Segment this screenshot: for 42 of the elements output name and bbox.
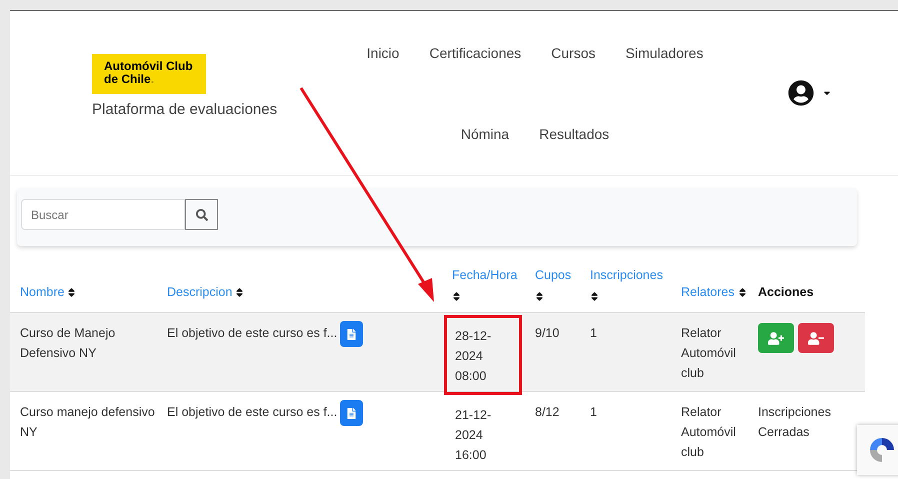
search-button[interactable] xyxy=(185,199,218,230)
user-icon xyxy=(788,80,814,106)
table-cell: Relator Automóvil club xyxy=(681,405,736,459)
user-menu-button[interactable] xyxy=(788,80,832,106)
table-cell: 28-12-2024 08:00 xyxy=(455,329,492,383)
table-cell: Inscripciones Cerradas xyxy=(758,405,831,439)
search-icon xyxy=(196,208,208,220)
table-cell: Curso de Manejo Defensivo NY xyxy=(20,326,116,360)
table-cell: Curso manejo defensivo NY xyxy=(20,405,155,439)
nav-link[interactable]: Resultados xyxy=(539,124,610,145)
sort-icon xyxy=(452,291,461,302)
unenroll-button[interactable] xyxy=(798,323,834,353)
nav-link[interactable]: Nómina xyxy=(460,124,510,145)
document-button[interactable] xyxy=(340,400,364,426)
sort-icon xyxy=(235,287,244,298)
enroll-button[interactable] xyxy=(758,323,794,353)
sort-icon xyxy=(738,287,746,298)
document-icon xyxy=(347,328,356,340)
user-minus-icon xyxy=(808,332,824,344)
platform-subtitle: Plataforma de evaluaciones xyxy=(92,100,278,120)
document-button[interactable] xyxy=(340,321,364,347)
table-cell: 1 xyxy=(590,326,597,340)
table-cell: 8/12 xyxy=(535,405,560,419)
nav-link[interactable]: Simuladores xyxy=(626,43,704,64)
document-icon xyxy=(347,408,356,418)
sort-icon xyxy=(535,291,544,302)
table-cell: 21-12-2024 16:00 xyxy=(455,408,492,462)
table-cell: 1 xyxy=(590,405,597,419)
table-cell: Relator Automóvil club xyxy=(681,326,736,380)
recaptcha-icon xyxy=(868,436,896,464)
table-cell: 9/10 xyxy=(535,326,560,340)
nav-link[interactable]: Inicio xyxy=(366,43,400,64)
column-header: Acciones xyxy=(758,285,814,300)
nav-link[interactable]: Certificaciones xyxy=(429,43,522,64)
table-cell-text: El objetivo de este curso es f... xyxy=(167,325,338,342)
user-plus-icon xyxy=(768,332,784,344)
nav-link[interactable]: Cursos xyxy=(551,43,596,64)
sort-icon xyxy=(67,287,76,298)
sort-icon xyxy=(590,291,599,302)
table-cell-text: El objetivo de este curso es f... xyxy=(167,404,338,421)
logo: Automóvil Club de Chile. xyxy=(92,54,206,94)
search-field[interactable]: Buscar xyxy=(21,199,185,230)
